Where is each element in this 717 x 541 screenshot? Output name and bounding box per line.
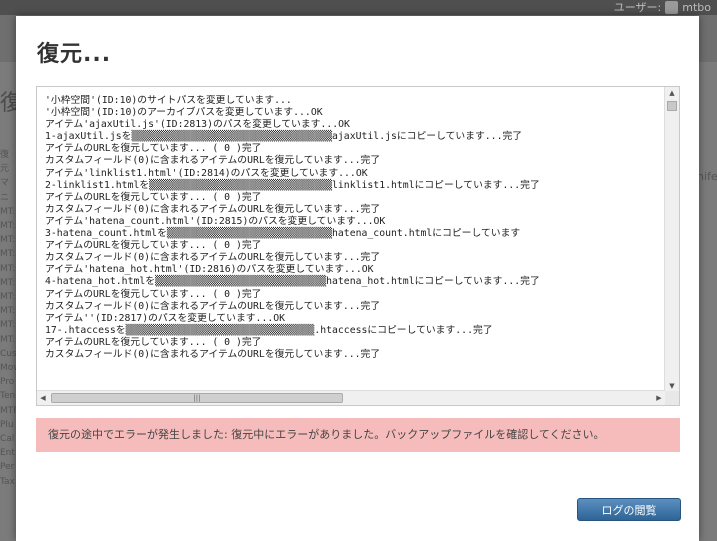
log-line: '小枠空間'(ID:10)のサイトパスを変更しています... [45,95,292,106]
log-line: アイテムのURLを復元しています... ( 0 )完了 [45,288,262,300]
log-line: カスタムフィールド(0)に含まれるアイテムのURLを復元しています...完了 [45,155,381,167]
background-user-info: ユーザー: mtbo [614,0,711,15]
log-line: カスタムフィールド(0)に含まれるアイテムのURLを復元しています...完了 [45,203,381,215]
background-sidebar-item: Ent [0,448,15,459]
background-sidebar-item: MT: [0,334,16,345]
log-line: 2-linklist1.htmlを▒▒▒▒▒▒▒▒▒▒▒▒▒▒▒▒▒▒▒▒▒▒▒… [45,179,540,191]
log-line: カスタムフィールド(0)に含まれるアイテムのURLを復元しています...完了 [45,300,381,312]
avatar [665,1,679,14]
log-line: 17-.htaccessを▒▒▒▒▒▒▒▒▒▒▒▒▒▒▒▒▒▒▒▒▒▒▒▒▒▒▒… [45,324,493,336]
scroll-grip-icon: ||| [193,394,201,402]
scroll-left-arrow-icon[interactable]: ◀ [37,391,49,405]
background-sidebar-item: MT: [0,263,16,274]
log-line: カスタムフィールド(0)に含まれるアイテムのURLを復元しています...完了 [45,252,381,264]
log-line: アイテム'hatena_hot.html'(ID:2816)のパスを変更していま… [45,264,374,276]
log-line: アイテム'ajaxUtil.js'(ID:2813)のパスを変更しています...… [45,119,350,131]
log-line: アイテムのURLを復元しています... ( 0 )完了 [45,240,262,252]
view-log-button[interactable]: ログの閲覧 [577,498,681,521]
background-top-bar: ユーザー: mtbo [0,0,717,15]
background-sidebar-item: Pro [0,377,15,388]
scroll-up-arrow-icon[interactable]: ▲ [665,87,679,99]
log-line: アイテム'linklist1.html'(ID:2814)のパスを変更しています… [45,167,368,179]
background-sidebar-item: MT: [0,221,16,232]
background-sidebar-item: MT: [0,292,16,303]
background-sidebar-item: MT: [0,206,16,217]
log-line: カスタムフィールド(0)に含まれるアイテムのURLを復元しています...完了 [45,348,381,360]
background-sidebar-item: Mov [0,363,16,374]
log-line: 3-hatena_count.htmlを▒▒▒▒▒▒▒▒▒▒▒▒▒▒▒▒▒▒▒▒… [45,228,521,240]
background-sidebar-item: マニ [0,178,10,203]
log-line: '小枠空間'(ID:10)のアーカイブパスを変更しています...OK [45,107,323,119]
log-line: アイテムのURLを復元しています... ( 0 )完了 [45,336,262,348]
log-line: 4-hatena_hot.htmlを▒▒▒▒▒▒▒▒▒▒▒▒▒▒▒▒▒▒▒▒▒▒… [45,276,540,288]
background-sidebar-item: Ten [0,391,16,402]
user-label: ユーザー: [613,1,662,14]
background-sidebar-item: Plu [0,419,14,430]
background-sidebar-item: MT: [0,306,16,317]
scrollbar-corner [665,391,679,405]
background-sidebar-item: MT: [0,235,16,246]
vertical-scroll-thumb[interactable] [667,101,677,111]
log-line: 1-ajaxUtil.jsを▒▒▒▒▒▒▒▒▒▒▒▒▒▒▒▒▒▒▒▒▒▒▒▒▒▒… [45,131,523,143]
dialog-title: 復元... [37,42,112,67]
background-sidebar-item: MTP [0,405,16,416]
log-line: アイテムのURLを復元しています... ( 0 )完了 [45,143,262,155]
log-panel[interactable]: '小枠空間'(ID:10)のサイトパスを変更しています... '小枠空間'(ID:… [36,86,680,406]
restore-dialog: 復元... '小枠空間'(ID:10)のサイトパスを変更しています... '小枠空… [16,16,699,541]
background-sidebar-item: Per [0,462,15,473]
log-line: アイテム''(ID:2817)のパスを変更しています...OK [45,312,286,324]
background-sidebar-item: Cus [0,348,16,359]
log-line: アイテムのURLを復元しています... ( 0 )完了 [45,191,262,203]
background-sidebar-item: Tax [0,476,15,487]
background-sidebar-item: MT: [0,320,16,331]
background-sidebar-item: MT: [0,249,16,260]
user-name: mtbo [682,1,711,14]
background-sidebar-item: 復元 [0,150,10,175]
vertical-scrollbar[interactable]: ▲ ▼ [664,87,679,392]
log-content: '小枠空間'(ID:10)のサイトパスを変更しています... '小枠空間'(ID:… [45,95,665,384]
background-sidebar-item: MT: [0,277,16,288]
scroll-right-arrow-icon[interactable]: ▶ [653,391,665,405]
background-sidebar-item: Cal [0,434,15,445]
error-message: 復元の途中でエラーが発生しました: 復元中にエラーがありました。バックアップファ… [36,418,680,452]
horizontal-scrollbar[interactable]: ◀ ||| ▶ [37,390,665,405]
background-sidebar: 復元マニ MT: MT: MT: MT: MT: MT: MT: MT: MT: MT: Cus Mov… [0,148,16,489]
background-right-text: nife [697,170,717,183]
horizontal-scroll-thumb[interactable]: ||| [51,393,343,403]
log-line: アイテム'hatena_count.html'(ID:2815)のパスを変更して… [45,215,386,227]
